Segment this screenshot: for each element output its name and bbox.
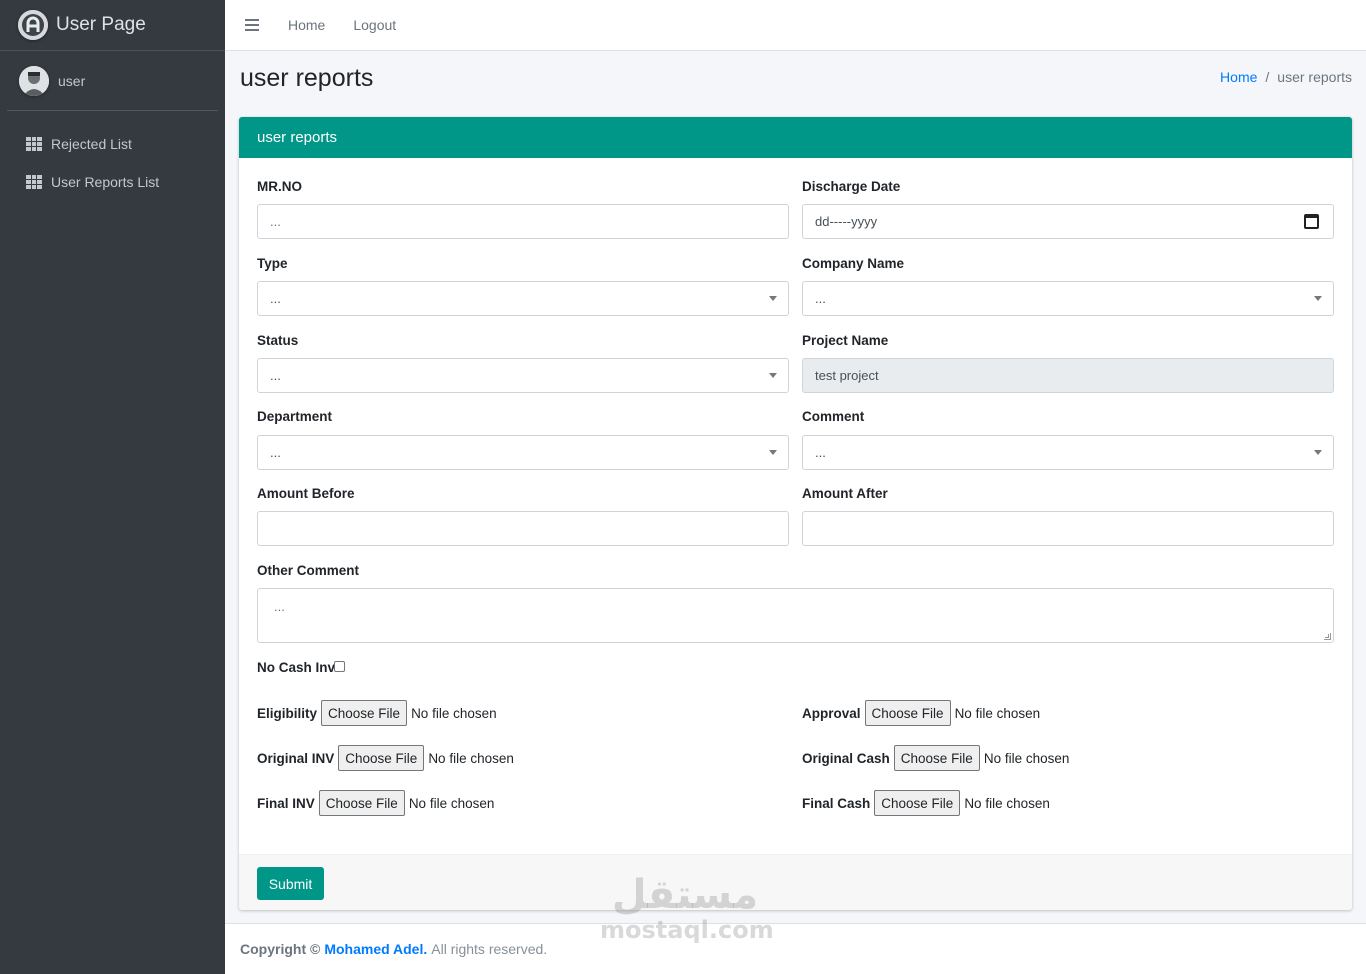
eligibility-label: Eligibility	[257, 705, 318, 721]
original-inv-file-field: Original INV Choose File No file chosen	[257, 745, 514, 771]
discharge-date-label: Discharge Date	[802, 179, 901, 194]
original-inv-file-status: No file chosen	[428, 750, 514, 766]
final-cash-label: Final Cash	[802, 795, 871, 811]
final-inv-file-status: No file chosen	[408, 795, 495, 811]
chevron-down-icon	[769, 296, 777, 301]
project-name-input: test project	[802, 358, 1334, 393]
eligibility-file-status: No file chosen	[411, 705, 497, 721]
card-title: user reports	[239, 117, 1352, 158]
other-comment-placeholder: ...	[274, 599, 285, 614]
page-footer: Copyright © Mohamed Adel. All rights res…	[225, 923, 1366, 974]
watermark: مستقل mostaql.com	[600, 872, 774, 944]
department-select-value: ...	[270, 445, 281, 460]
user-avatar[interactable]	[19, 65, 49, 96]
mrno-input[interactable]: ...	[257, 204, 789, 239]
report-form-card: user reports MR.NO ... Discharge Date dd…	[239, 117, 1352, 910]
company-name-label: Company Name	[802, 256, 905, 271]
status-label: Status	[257, 333, 299, 348]
card-footer: Submit	[239, 854, 1352, 910]
type-select[interactable]: ...	[257, 281, 789, 316]
approval-label: Approval	[802, 705, 861, 721]
project-name-label: Project Name	[802, 333, 889, 348]
sidebar-nav: Rejected List User Reports List	[0, 125, 225, 201]
comment-label: Comment	[802, 409, 865, 424]
grid-icon	[26, 137, 42, 151]
other-comment-label: Other Comment	[257, 563, 360, 578]
approval-file-field: Approval Choose File No file chosen	[802, 700, 1040, 726]
final-cash-file-field: Final Cash Choose File No file chosen	[802, 790, 1050, 816]
final-inv-label: Final INV	[257, 795, 315, 811]
amount-after-input[interactable]	[802, 511, 1334, 546]
department-label: Department	[257, 409, 333, 424]
brand-link[interactable]: User Page	[0, 0, 225, 51]
brand-logo-icon	[18, 10, 48, 40]
original-cash-label: Original Cash	[802, 750, 890, 766]
approval-choose-file-button[interactable]: Choose File	[864, 700, 951, 726]
sidebar-item-label: User Reports List	[51, 174, 160, 190]
chevron-down-icon	[769, 373, 777, 378]
status-select[interactable]: ...	[257, 358, 789, 393]
nav-logout-link[interactable]: Logout	[353, 17, 396, 33]
copyright-text: Copyright ©	[240, 941, 321, 957]
calendar-icon[interactable]	[1304, 214, 1319, 229]
rights-text: All rights reserved.	[431, 941, 548, 957]
watermark-latin: mostaql.com	[600, 916, 774, 944]
other-comment-textarea[interactable]: ...	[257, 588, 1334, 643]
approval-file-status: No file chosen	[954, 705, 1041, 721]
original-cash-choose-file-button[interactable]: Choose File	[893, 745, 980, 771]
original-inv-label: Original INV	[257, 750, 335, 766]
user-panel: user	[7, 51, 218, 111]
amount-after-label: Amount After	[802, 486, 888, 501]
final-cash-choose-file-button[interactable]: Choose File	[874, 790, 961, 816]
company-name-select[interactable]: ...	[802, 281, 1334, 316]
discharge-date-placeholder: dd-----yyyy	[815, 214, 878, 229]
final-inv-choose-file-button[interactable]: Choose File	[318, 790, 405, 816]
breadcrumb-current: user reports	[1277, 69, 1352, 85]
chevron-down-icon	[1314, 450, 1322, 455]
original-cash-file-field: Original Cash Choose File No file chosen	[802, 745, 1069, 771]
breadcrumb-home-link[interactable]: Home	[1220, 69, 1257, 85]
eligibility-choose-file-button[interactable]: Choose File	[321, 700, 408, 726]
card-body: MR.NO ... Discharge Date dd-----yyyy Typ…	[239, 158, 1352, 854]
comment-select[interactable]: ...	[802, 435, 1334, 470]
amount-before-input[interactable]	[257, 511, 789, 546]
mrno-label: MR.NO	[257, 179, 302, 194]
chevron-down-icon	[1314, 296, 1322, 301]
chevron-down-icon	[769, 450, 777, 455]
menu-toggle-icon[interactable]	[245, 19, 259, 31]
breadcrumb-separator: /	[1265, 69, 1270, 85]
comment-select-value: ...	[815, 445, 826, 460]
top-navbar: Home Logout	[225, 0, 1366, 51]
final-inv-file-field: Final INV Choose File No file chosen	[257, 790, 494, 816]
nav-home-link[interactable]: Home	[288, 17, 325, 33]
eligibility-file-field: Eligibility Choose File No file chosen	[257, 700, 497, 726]
no-cash-inv-label: No Cash Inv	[257, 660, 336, 675]
department-select[interactable]: ...	[257, 435, 789, 470]
final-cash-file-status: No file chosen	[964, 795, 1050, 811]
user-name[interactable]: user	[58, 73, 85, 89]
sidebar: User Page user Rejected List User Report…	[0, 0, 225, 974]
discharge-date-input[interactable]: dd-----yyyy	[802, 204, 1334, 239]
watermark-arabic: مستقل	[611, 872, 759, 918]
status-select-value: ...	[270, 368, 281, 383]
amount-before-label: Amount Before	[257, 486, 355, 501]
submit-button[interactable]: Submit	[257, 867, 324, 900]
page-title: user reports	[240, 64, 374, 92]
resize-handle-icon[interactable]	[1324, 633, 1331, 640]
company-name-select-value: ...	[815, 291, 826, 306]
no-cash-inv-checkbox[interactable]	[334, 661, 345, 672]
original-inv-choose-file-button[interactable]: Choose File	[338, 745, 425, 771]
sidebar-item-user-reports-list[interactable]: User Reports List	[0, 163, 225, 201]
breadcrumb: Home / user reports	[1220, 69, 1352, 85]
grid-icon	[26, 175, 42, 189]
type-select-value: ...	[270, 291, 281, 306]
sidebar-item-label: Rejected List	[51, 136, 132, 152]
type-label: Type	[257, 256, 288, 271]
author-link[interactable]: Mohamed Adel.	[324, 941, 427, 957]
brand-title: User Page	[56, 14, 146, 35]
sidebar-item-rejected-list[interactable]: Rejected List	[0, 125, 225, 163]
original-cash-file-status: No file chosen	[983, 750, 1070, 766]
